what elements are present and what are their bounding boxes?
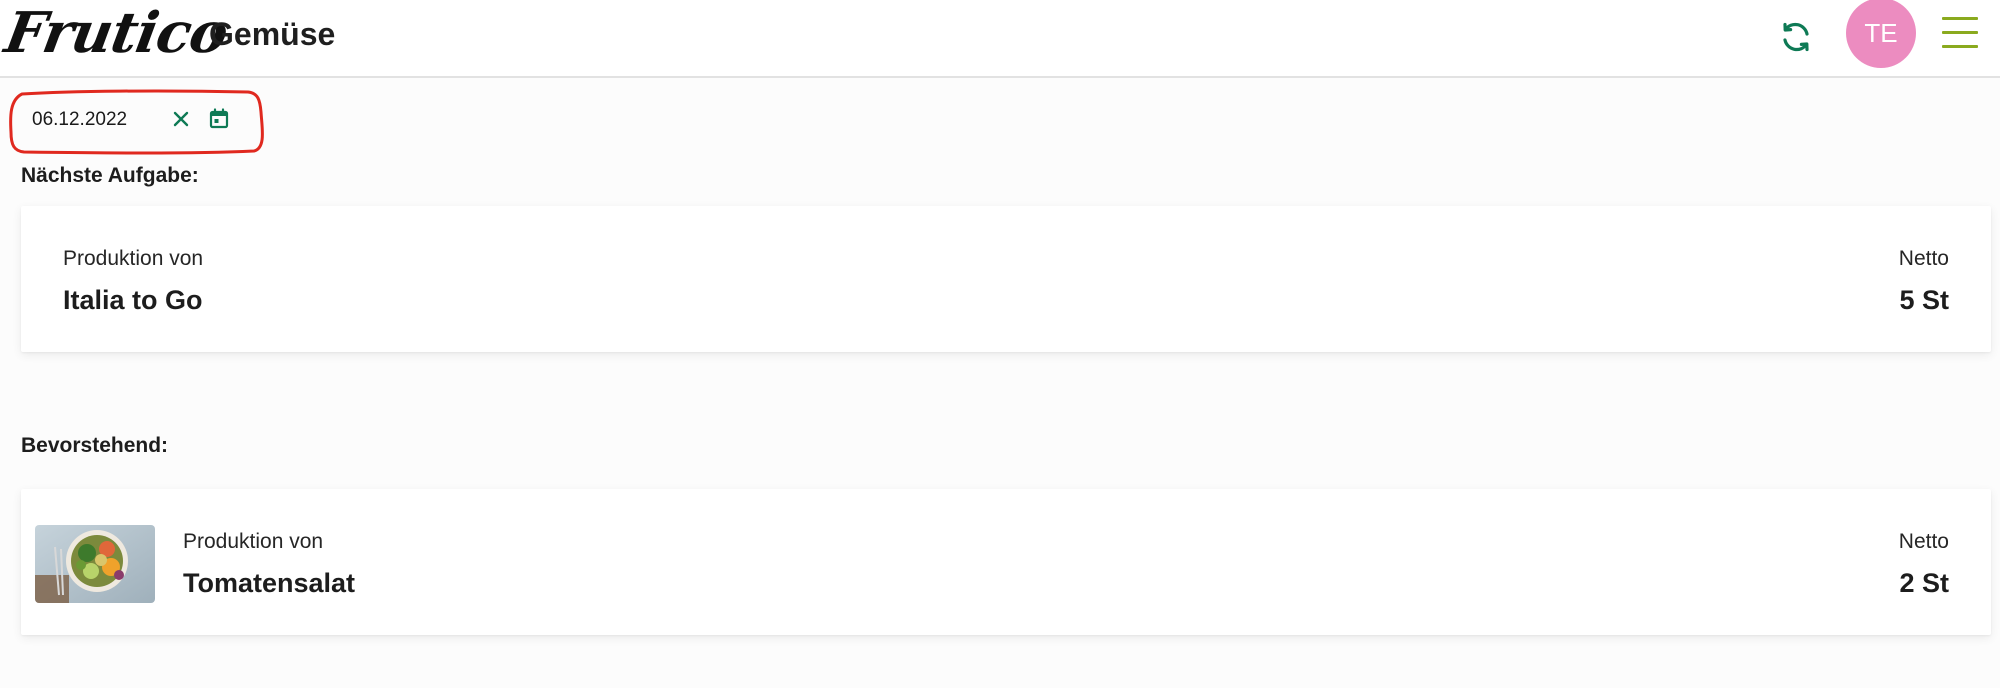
upcoming-heading: Bevorstehend: [21, 434, 169, 457]
date-filter: 06.12.2022 [9, 89, 264, 155]
app-header: Frutico Gemüse TE [0, 0, 2000, 78]
card-label: Produktion von [63, 247, 204, 270]
clear-date-button[interactable] [166, 104, 196, 134]
netto-label: Netto [1898, 530, 1949, 553]
calendar-icon [209, 108, 229, 129]
close-icon [173, 111, 189, 127]
refresh-button[interactable] [1776, 17, 1816, 57]
user-avatar[interactable]: TE [1846, 0, 1916, 68]
card-label: Produktion von [183, 530, 324, 553]
date-field[interactable]: 06.12.2022 [32, 108, 127, 132]
next-task-heading: Nächste Aufgabe: [21, 164, 199, 187]
calendar-button[interactable] [204, 104, 234, 134]
netto-value: 5 St [1899, 285, 1949, 315]
page-title: Gemüse [209, 16, 336, 52]
netto-label: Netto [1898, 247, 1949, 270]
card-title: Italia to Go [63, 285, 203, 315]
hamburger-menu-icon [1942, 17, 1978, 20]
upcoming-list-item[interactable]: Produktion von Tomatensalat Netto 2 St [21, 489, 1991, 635]
menu-bar [1942, 45, 1978, 48]
next-task-card[interactable]: Produktion von Italia to Go Netto 5 St [21, 206, 1991, 352]
card-title: Tomatensalat [183, 568, 356, 598]
menu-bar [1942, 31, 1978, 34]
salad-bowl-image [35, 525, 155, 603]
netto-value: 2 St [1899, 568, 1949, 598]
refresh-icon [1783, 22, 1809, 52]
app-logo[interactable]: Frutico [0, 0, 232, 66]
menu-button[interactable] [1940, 14, 1980, 52]
